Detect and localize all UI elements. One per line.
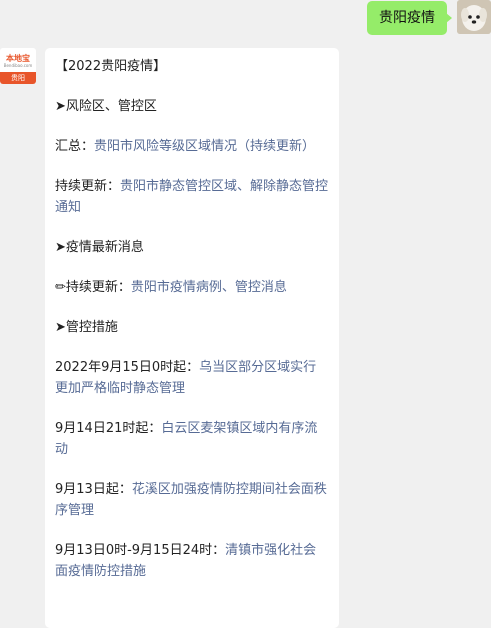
- cases-link[interactable]: 贵阳市疫情病例、管控消息: [131, 280, 287, 295]
- brand-domain: Bendibao.com: [3, 63, 33, 68]
- user-avatar[interactable]: [457, 0, 491, 34]
- brand-logo-text: 本地宝: [6, 54, 30, 63]
- measure-date-label: 2022年9月15日0时起：: [55, 360, 200, 375]
- article-title: 【2022贵阳疫情】: [55, 59, 167, 74]
- brand-city: 贵阳: [0, 72, 36, 84]
- summary-entry: 汇总：贵阳市风险等级区域情况（持续更新）: [55, 136, 329, 157]
- measure-date-label: 9月14日21时起：: [55, 421, 162, 436]
- measure-date-label: 9月13日0时-9月15日24时：: [55, 543, 226, 558]
- user-message-bubble[interactable]: 贵阳疫情: [367, 1, 452, 35]
- measure-entry-huaxi: 9月13日起：花溪区加强疫情防控期间社会面秩序管理: [55, 479, 329, 521]
- summary-label: 汇总：: [55, 139, 95, 154]
- measure-date-label: 9月13日起：: [55, 482, 132, 497]
- news-entry: ✏持续更新：贵阳市疫情病例、管控消息: [55, 277, 329, 298]
- section-heading-risk-area: ➤风险区、管控区: [55, 99, 157, 114]
- update-label: 持续更新：: [55, 179, 121, 194]
- section-heading-control-measures: ➤管控措施: [55, 320, 118, 335]
- section-heading-latest-news: ➤疫情最新消息: [55, 240, 144, 255]
- message-card: 【2022贵阳疫情】 ➤风险区、管控区 汇总：贵阳市风险等级区域情况（持续更新）…: [45, 48, 339, 628]
- measure-entry-baiyun: 9月14日21时起：白云区麦架镇区域内有序流动: [55, 418, 329, 460]
- measure-entry-qingzhen: 9月13日0时-9月15日24时：清镇市强化社会面疫情防控措施: [55, 540, 329, 582]
- news-label: ✏持续更新：: [55, 280, 131, 295]
- measure-entry-wudang: 2022年9月15日0时起：乌当区部分区域实行更加严格临时静态管理: [55, 357, 329, 399]
- bot-avatar[interactable]: 本地宝 Bendibao.com 贵阳: [0, 48, 36, 84]
- dog-avatar-icon: [457, 0, 491, 34]
- summary-link[interactable]: 贵阳市风险等级区域情况（持续更新）: [94, 139, 315, 154]
- update-entry: 持续更新：贵阳市静态管控区域、解除静态管控通知: [55, 176, 329, 218]
